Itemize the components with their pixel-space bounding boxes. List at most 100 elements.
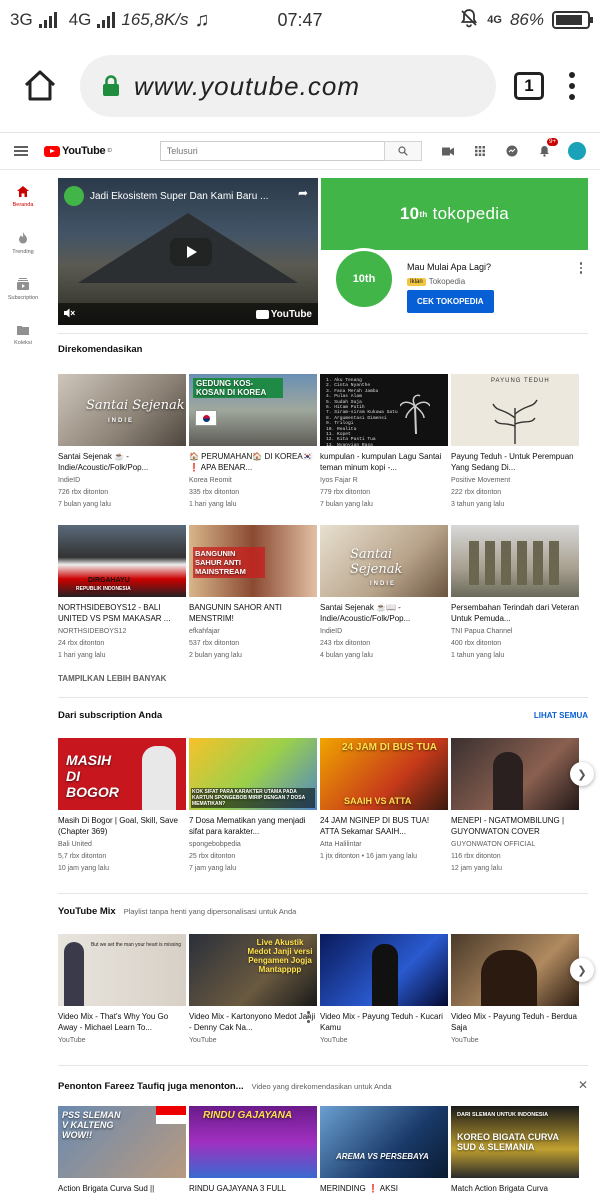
channel-name[interactable]: spongebobpedia — [189, 839, 317, 851]
video-title[interactable]: MENEPI - NGATMOMBILUNG | GUYONWATON COVE… — [451, 816, 579, 837]
video-card[interactable]: DARI SLEMAN UNTUK INDONESIA KOREO BIGATA… — [451, 1106, 579, 1200]
video-card[interactable]: Santai Sejenak INDIE Santai Sejenak ☕📖 -… — [320, 525, 448, 662]
video-thumbnail[interactable]: PSS SLEMAN V KALTENG WOW!! — [58, 1106, 186, 1178]
cek-tokopedia-button[interactable]: CEK TOKOPEDIA — [407, 290, 494, 313]
video-thumbnail[interactable] — [451, 738, 579, 810]
video-card[interactable]: Video Mix - Payung Teduh - Berdua Saja Y… — [451, 934, 579, 1047]
video-card[interactable]: Santai Sejenak INDIE Santai Sejenak ☕ - … — [58, 374, 186, 511]
video-thumbnail[interactable]: MASIH DI BOGOR — [58, 738, 186, 810]
video-card[interactable]: KOK SIFAT PARA KARAKTER UTAMA PADA KARTU… — [189, 738, 317, 875]
address-bar[interactable]: www.youtube.com — [80, 55, 496, 117]
video-title[interactable]: Masih Di Bogor | Goal, Skill, Save (Chap… — [58, 816, 186, 837]
video-thumbnail[interactable] — [320, 934, 448, 1006]
video-thumbnail[interactable]: Santai Sejenak INDIE — [320, 525, 448, 597]
channel-name[interactable]: GUYONWATON OFFICIAL — [451, 839, 579, 851]
video-title[interactable]: Video Mix - That's Why You Go Away - Mic… — [58, 1012, 186, 1033]
channel-name[interactable]: Positive Movement — [451, 475, 579, 487]
see-all-link[interactable]: LIHAT SEMUA — [534, 711, 588, 720]
sidebar-item-home[interactable]: Beranda — [0, 174, 46, 220]
channel-name[interactable]: Atta Halilintar — [320, 839, 448, 851]
video-card[interactable]: But we set the man your heart is missing… — [58, 934, 186, 1047]
video-card[interactable]: Video Mix - Payung Teduh - Kucari Kamu Y… — [320, 934, 448, 1047]
video-title[interactable]: Santai Sejenak ☕📖 - Indie/Acoustic/Folk/… — [320, 603, 448, 624]
video-thumbnail[interactable]: BANGUNIN SAHUR ANTI MAINSTREAM — [189, 525, 317, 597]
more-vert-icon[interactable] — [579, 262, 582, 274]
video-card[interactable]: Live Akustik Medot Janji versi Pengamen … — [189, 934, 317, 1047]
video-thumbnail[interactable]: DIRGAHAYU REPUBLIK INDONESIA — [58, 525, 186, 597]
upload-video-icon[interactable] — [440, 143, 456, 159]
video-card[interactable]: PAYUNG TEDUH Payung Teduh - Untuk Peremp… — [451, 374, 579, 511]
channel-name[interactable]: YouTube — [189, 1035, 317, 1047]
channel-name[interactable]: NORTHSIDEBOYS12 — [58, 626, 186, 638]
video-card[interactable]: GEDUNG KOS-KOSAN DI KOREA 🏠 PERUMAHAN🏠 D… — [189, 374, 317, 511]
video-thumbnail[interactable]: Santai Sejenak INDIE — [58, 374, 186, 446]
video-title[interactable]: BANGUNIN SAHOR ANTI MENSTRIM! — [189, 603, 317, 624]
video-thumbnail[interactable]: 1. Aku Tenang 2. Cinta Nyanthe 3. Fana M… — [320, 374, 448, 446]
sidebar-item-subscriptions[interactable]: Subscription — [0, 266, 46, 312]
channel-name[interactable]: YouTube — [451, 1035, 579, 1047]
show-more-button[interactable]: TAMPILKAN LEBIH BANYAK — [58, 662, 588, 697]
apps-grid-icon[interactable] — [472, 143, 488, 159]
video-card[interactable]: MASIH DI BOGOR Masih Di Bogor | Goal, Sk… — [58, 738, 186, 875]
more-vert-icon[interactable] — [307, 1011, 310, 1023]
video-thumbnail[interactable]: 24 JAM DI BUS TUA SAAIH VS ATTA — [320, 738, 448, 810]
video-thumbnail[interactable]: RINDU GAJAYANA — [189, 1106, 317, 1178]
channel-name[interactable]: YouTube — [320, 1035, 448, 1047]
video-title[interactable]: RINDU GAJAYANA 3 FULL — [189, 1184, 317, 1200]
share-icon[interactable]: ➦ — [298, 186, 308, 200]
search-button[interactable] — [383, 141, 422, 161]
sidebar-item-library[interactable]: Koleksi — [0, 312, 46, 358]
video-thumbnail[interactable]: PAYUNG TEDUH — [451, 374, 579, 446]
video-card[interactable]: MENEPI - NGATMOMBILUNG | GUYONWATON COVE… — [451, 738, 579, 875]
video-title[interactable]: Video Mix - Payung Teduh - Berdua Saja — [451, 1012, 579, 1033]
channel-name[interactable]: Bali United — [58, 839, 186, 851]
video-title[interactable]: 7 Dosa Mematikan yang menjadi sifat para… — [189, 816, 317, 837]
channel-name[interactable]: IndieID — [320, 626, 448, 638]
masthead-video-player[interactable]: Jadi Ekosistem Super Dan Kami Baru ... ➦… — [58, 178, 318, 325]
video-thumbnail[interactable]: AREMA VS PERSEBAYA — [320, 1106, 448, 1178]
video-title[interactable]: Action Brigata Curva Sud || — [58, 1184, 186, 1200]
video-title[interactable]: kumpulan - kumpulan Lagu Santai teman mi… — [320, 452, 448, 473]
channel-name[interactable]: TNI Papua Channel — [451, 626, 579, 638]
messages-icon[interactable] — [504, 143, 520, 159]
video-thumbnail[interactable]: GEDUNG KOS-KOSAN DI KOREA — [189, 374, 317, 446]
video-card[interactable]: RINDU GAJAYANA RINDU GAJAYANA 3 FULL — [189, 1106, 317, 1200]
avatar[interactable] — [568, 142, 586, 160]
video-card[interactable]: Persembahan Terindah dari Veteran Untuk … — [451, 525, 579, 662]
video-title[interactable]: Match Action Brigata Curva — [451, 1184, 579, 1200]
hamburger-menu-icon[interactable] — [14, 146, 28, 156]
video-title[interactable]: 🏠 PERUMAHAN🏠 DI KOREA🇰🇷❗ APA BENAR... — [189, 452, 317, 473]
tokopedia-ad[interactable]: 10th tokopedia 10th Mau Mulai Apa Lagi? … — [321, 178, 588, 325]
video-thumbnail[interactable] — [451, 525, 579, 597]
channel-name[interactable]: Iyos Fajar R — [320, 475, 448, 487]
sidebar-item-trending[interactable]: Trending — [0, 220, 46, 266]
video-card[interactable]: AREMA VS PERSEBAYA MERINDING ❗ AKSI — [320, 1106, 448, 1200]
video-card[interactable]: DIRGAHAYU REPUBLIK INDONESIA NORTHSIDEBO… — [58, 525, 186, 662]
video-title[interactable]: Video Mix - Kartonyono Medot Janji - Den… — [189, 1012, 317, 1033]
close-icon[interactable]: ✕ — [578, 1078, 588, 1092]
shelf-next-button[interactable]: ❯ — [570, 958, 594, 982]
video-card[interactable]: BANGUNIN SAHUR ANTI MAINSTREAM BANGUNIN … — [189, 525, 317, 662]
channel-name[interactable]: Korea Reomit — [189, 475, 317, 487]
channel-name[interactable]: YouTube — [58, 1035, 186, 1047]
youtube-logo[interactable]: YouTube ID — [44, 145, 112, 157]
video-thumbnail[interactable]: DARI SLEMAN UNTUK INDONESIA KOREO BIGATA… — [451, 1106, 579, 1178]
video-title[interactable]: Payung Teduh - Untuk Perempuan Yang Seda… — [451, 452, 579, 473]
video-title[interactable]: Persembahan Terindah dari Veteran Untuk … — [451, 603, 579, 624]
video-card[interactable]: 24 JAM DI BUS TUA SAAIH VS ATTA 24 JAM N… — [320, 738, 448, 875]
youtube-watermark[interactable]: YouTube — [255, 309, 312, 320]
home-button[interactable] — [18, 64, 62, 108]
mute-icon[interactable] — [64, 308, 75, 320]
video-thumbnail[interactable]: But we set the man your heart is missing — [58, 934, 186, 1006]
video-card[interactable]: 1. Aku Tenang 2. Cinta Nyanthe 3. Fana M… — [320, 374, 448, 511]
video-title[interactable]: Santai Sejenak ☕ - Indie/Acoustic/Folk/P… — [58, 452, 186, 473]
shelf-next-button[interactable]: ❯ — [570, 762, 594, 786]
video-thumbnail[interactable]: Live Akustik Medot Janji versi Pengamen … — [189, 934, 317, 1006]
tab-switcher-button[interactable]: 1 — [514, 72, 544, 100]
video-card[interactable]: PSS SLEMAN V KALTENG WOW!! Action Brigat… — [58, 1106, 186, 1200]
browser-menu-button[interactable] — [562, 72, 582, 100]
video-title[interactable]: NORTHSIDEBOYS12 - BALI UNITED VS PSM MAK… — [58, 603, 186, 624]
channel-name[interactable]: efkahfajar — [189, 626, 317, 638]
notifications-icon[interactable]: 9+ — [536, 138, 558, 159]
video-thumbnail[interactable] — [451, 934, 579, 1006]
